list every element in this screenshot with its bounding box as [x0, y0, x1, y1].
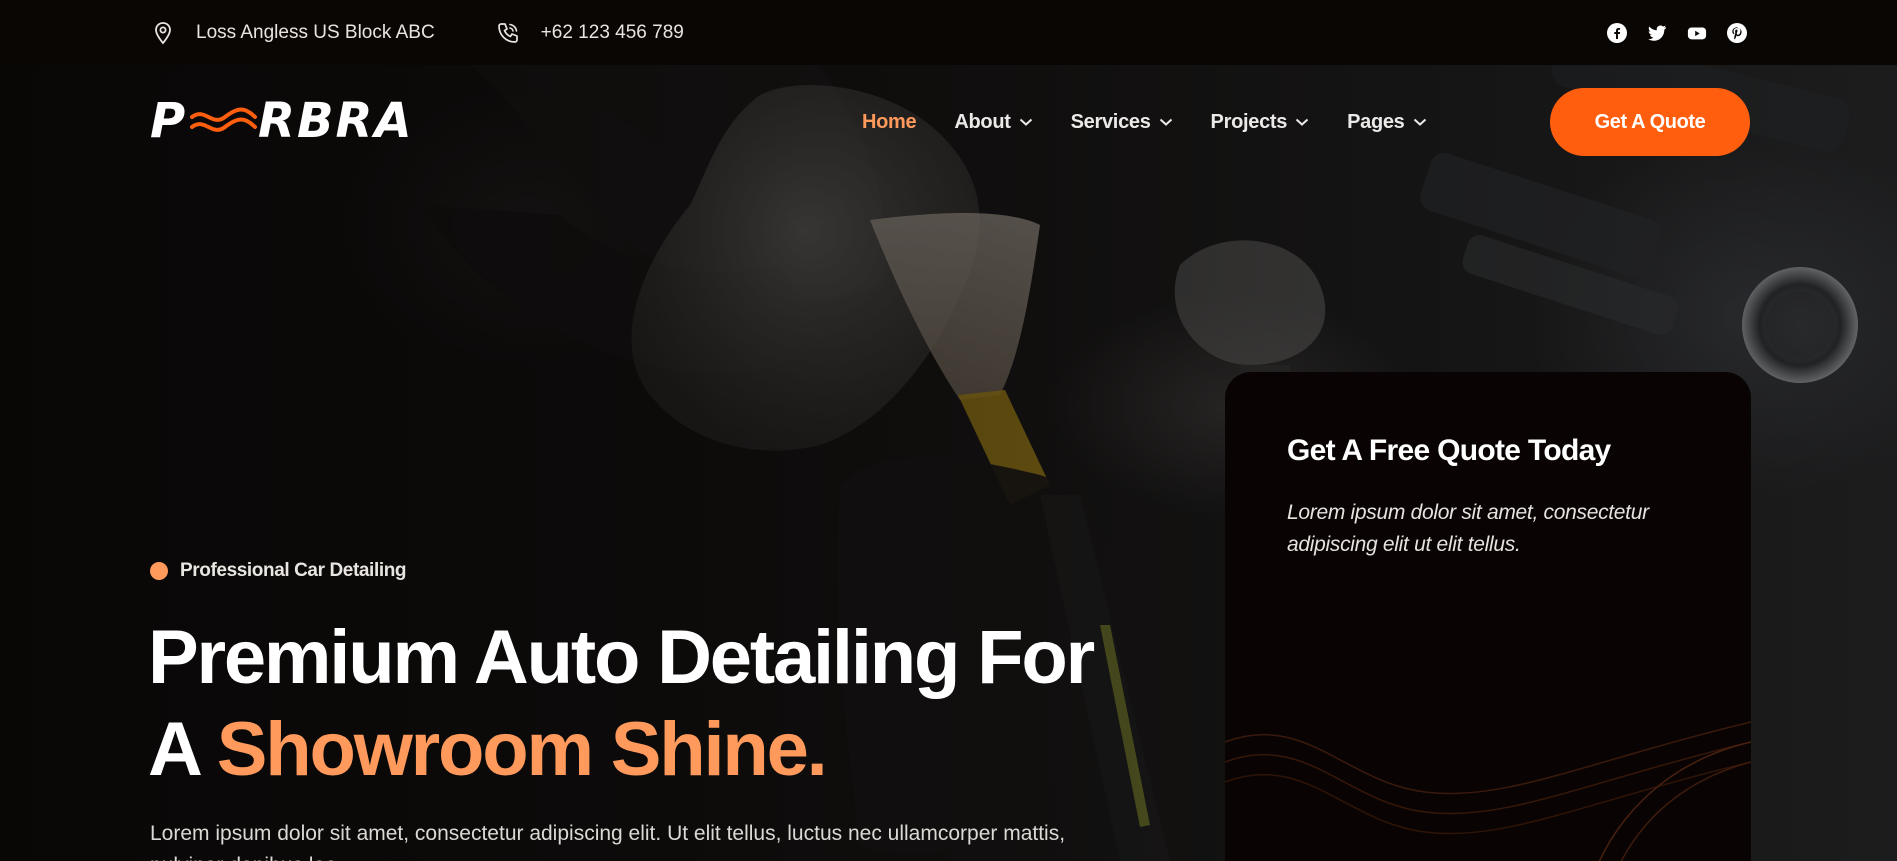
nav-item-label: Home [862, 110, 917, 133]
primary-nav: Home About Services Projects Pages [862, 111, 1427, 134]
svg-text:P: P [150, 95, 187, 149]
main-header: P RBRA Home About Services Projects Page… [150, 88, 1750, 156]
badge-dot [150, 562, 168, 580]
hero-headline: Premium Auto Detailing For A Showroom Sh… [148, 612, 1128, 796]
brand-logo[interactable]: P RBRA [150, 95, 445, 150]
nav-item-label: Pages [1347, 110, 1405, 133]
twitter-icon[interactable] [1647, 23, 1667, 43]
top-info-bar: Loss Angless US Block ABC +62 123 456 78… [0, 0, 1897, 65]
nav-item-label: Projects [1210, 110, 1288, 133]
address-info: Loss Angless US Block ABC [150, 20, 435, 46]
svg-text:RBRA: RBRA [258, 95, 414, 149]
nav-item-home[interactable]: Home [862, 110, 917, 134]
nav-item-label: About [954, 110, 1011, 133]
hero-description: Lorem ipsum dolor sit amet, consectetur … [150, 822, 1066, 861]
quote-card-text: Lorem ipsum dolor sit amet, consectetur … [1287, 501, 1649, 556]
social-links [1607, 22, 1747, 43]
address-text: Loss Angless US Block ABC [196, 21, 435, 43]
facebook-icon[interactable] [1607, 22, 1627, 43]
chevron-down-icon [1295, 117, 1309, 127]
nav-item-projects[interactable]: Projects [1211, 111, 1310, 134]
nav-item-services[interactable]: Services [1071, 111, 1173, 134]
hero-badge: Professional Car Detailing [150, 560, 407, 582]
headline-accent: Showroom Shine. [216, 707, 828, 792]
headline-line-1: Premium Auto Detailing For [148, 615, 1095, 700]
phone-text: +62 123 456 789 [540, 21, 684, 43]
headline-line-2-prefix: A [148, 707, 217, 792]
phone-info[interactable]: +62 123 456 789 [495, 20, 684, 46]
quote-card-title: Get A Free Quote Today [1287, 434, 1611, 467]
nav-item-about[interactable]: About [954, 111, 1032, 134]
get-a-quote-button[interactable]: Get A Quote [1550, 88, 1750, 156]
chevron-down-icon [1019, 117, 1033, 127]
badge-text: Professional Car Detailing [180, 560, 407, 581]
decorative-waves [1225, 721, 1751, 861]
phone-icon [495, 20, 521, 46]
location-pin-icon [150, 20, 176, 46]
chevron-down-icon [1413, 117, 1427, 127]
pinterest-icon[interactable] [1727, 22, 1747, 43]
free-quote-card: Get A Free Quote Today Lorem ipsum dolor… [1225, 372, 1751, 861]
nav-item-pages[interactable]: Pages [1347, 111, 1426, 134]
nav-item-label: Services [1070, 110, 1151, 133]
youtube-icon[interactable] [1687, 23, 1707, 43]
chevron-down-icon [1159, 117, 1173, 127]
